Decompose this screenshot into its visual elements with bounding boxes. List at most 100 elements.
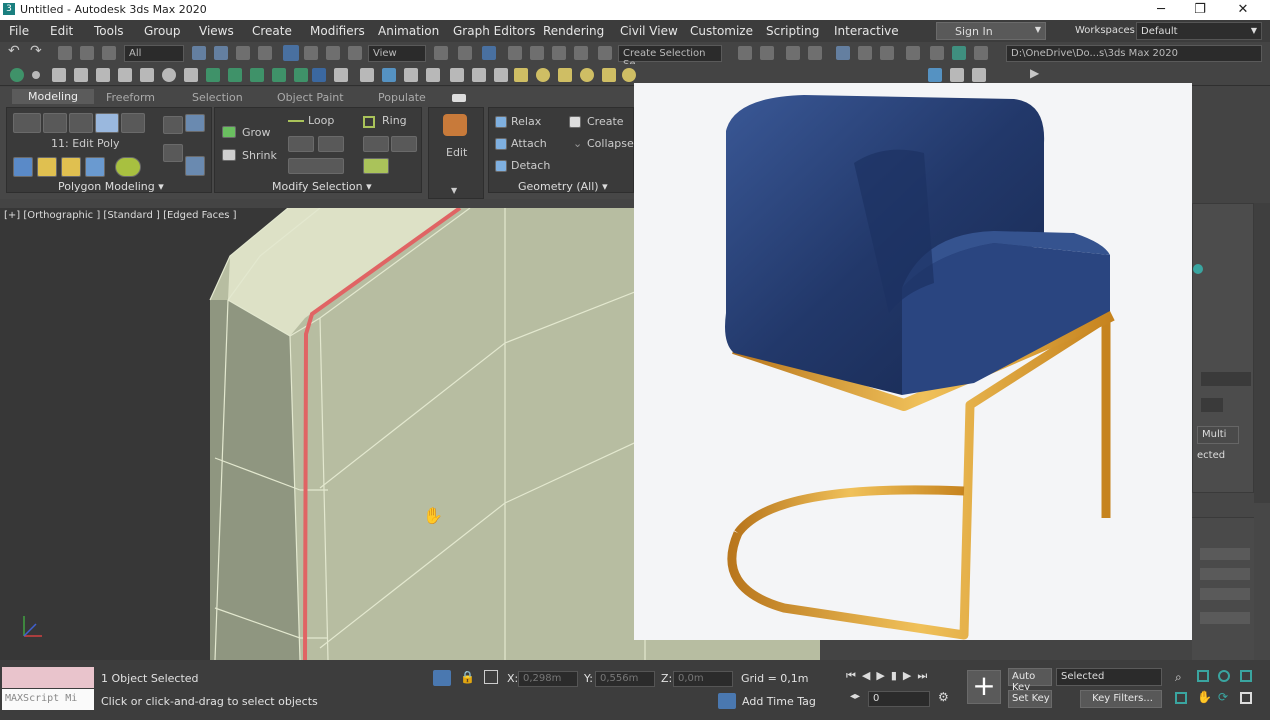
z-coordinate-field[interactable]: 0,0m (673, 671, 733, 687)
curve-editor-icon[interactable] (836, 46, 850, 60)
space-warp-icon[interactable] (140, 68, 154, 82)
edit-named-selection-icon[interactable] (598, 46, 612, 60)
ring-mode-button[interactable] (363, 158, 389, 174)
time-config-icon[interactable]: ◂▸ (850, 691, 860, 702)
selection-filter-dropdown[interactable]: All (124, 45, 184, 62)
selection-set-dropdown[interactable]: Create Selection Se (618, 45, 722, 70)
element-mode-button[interactable] (121, 113, 145, 133)
bone-icon[interactable] (312, 68, 326, 82)
show-end-result-button[interactable] (185, 114, 205, 132)
system-icon[interactable] (162, 68, 176, 82)
tab-populate[interactable]: Populate (378, 91, 426, 104)
render-in-cloud-icon[interactable] (974, 46, 988, 60)
tab-selection[interactable]: Selection (192, 91, 243, 104)
window-crossing-icon[interactable] (258, 46, 272, 60)
polygon-mode-button[interactable] (95, 113, 119, 133)
auto-key-button[interactable]: Auto Key (1008, 668, 1052, 693)
light-icon[interactable] (74, 68, 88, 82)
tab-freeform[interactable]: Freeform (106, 91, 155, 104)
menu-customize[interactable]: Customize (690, 24, 753, 38)
rollout-button-1[interactable] (1200, 548, 1250, 560)
menu-rendering[interactable]: Rendering (543, 24, 604, 38)
redo-icon[interactable]: ↷ (30, 43, 44, 59)
close-button[interactable]: ✕ (1228, 1, 1258, 19)
plane-icon[interactable] (294, 68, 308, 82)
maxscript-mini-listener[interactable]: MAXScript Mi (2, 689, 94, 710)
render-production-icon[interactable] (952, 46, 966, 60)
rollout-button-2[interactable] (1200, 568, 1250, 580)
panel-scrollbar[interactable] (1254, 203, 1270, 503)
preserve-uvs-button[interactable] (13, 157, 33, 177)
rollout-button-4[interactable] (1200, 612, 1250, 624)
pivot-center-icon[interactable] (434, 46, 448, 60)
create-geometry-icon[interactable] (10, 68, 24, 82)
select-by-name-icon[interactable] (214, 46, 228, 60)
maxscript-listener-pink[interactable] (2, 667, 94, 688)
border-mode-button[interactable] (69, 113, 93, 133)
zoom-all-icon[interactable] (1218, 670, 1230, 682)
zoom-icon[interactable] (382, 68, 396, 82)
menu-graph-editors[interactable]: Graph Editors (453, 24, 535, 38)
placement-icon[interactable] (348, 46, 362, 60)
tab-object-paint[interactable]: Object Paint (277, 91, 344, 104)
zoom-all-icon[interactable] (404, 68, 418, 82)
mirror-icon[interactable] (738, 46, 752, 60)
rollout-field-2[interactable] (1201, 398, 1223, 412)
yellow-cone-icon[interactable] (602, 68, 616, 82)
play-icon[interactable]: ▶ (1030, 66, 1044, 80)
orbit-icon[interactable]: ⟳ (1218, 690, 1228, 704)
zoom-icon[interactable]: ⌕ (1175, 670, 1182, 685)
loop-mode-button[interactable] (288, 158, 344, 174)
sphere-icon[interactable] (206, 68, 220, 82)
rollout-field-1[interactable] (1201, 372, 1251, 386)
edit-dropdown-icon[interactable]: ▼ (451, 186, 457, 195)
show-cage-button[interactable] (61, 157, 81, 177)
time-configuration-icon[interactable]: ⚙ (938, 690, 949, 704)
restore-button[interactable]: ❐ (1185, 1, 1215, 19)
grow-loop-button[interactable] (288, 136, 314, 152)
shape-icon[interactable] (52, 68, 66, 82)
light-bulb-icon[interactable] (334, 68, 348, 82)
zoom-extents-all-icon[interactable] (1240, 670, 1252, 682)
orbit-icon[interactable] (472, 68, 486, 82)
menu-scripting[interactable]: Scripting (766, 24, 819, 38)
add-time-tag-button[interactable]: Add Time Tag (742, 695, 816, 708)
schematic-view-icon[interactable] (858, 46, 872, 60)
tools-icon[interactable] (950, 68, 964, 82)
yellow-sphere-icon[interactable] (536, 68, 550, 82)
make-unique-button[interactable] (185, 156, 205, 176)
geometry-group-label[interactable]: Geometry (All) ▾ (518, 180, 608, 193)
tab-modeling[interactable]: Modeling (12, 89, 95, 104)
material-editor-icon[interactable] (880, 46, 894, 60)
shrink-button[interactable]: Shrink (242, 149, 277, 162)
toggle-scene-explorer-icon[interactable] (808, 46, 822, 60)
layer-explorer-icon[interactable] (786, 46, 800, 60)
polygon-modeling-group-label[interactable]: Polygon Modeling ▾ (58, 180, 164, 193)
grow-ring-button[interactable] (363, 136, 389, 152)
pin-stack-button[interactable] (163, 144, 183, 162)
create-button[interactable]: Create (587, 115, 624, 128)
key-filters-button[interactable]: Key Filters... (1080, 690, 1162, 708)
absolute-mode-icon[interactable] (484, 670, 498, 684)
sign-in-dropdown[interactable]: Sign In ▼ (936, 22, 1046, 40)
ignore-backfacing-button[interactable] (37, 157, 57, 177)
menu-animation[interactable]: Animation (378, 24, 439, 38)
keyboard-shortcut-icon[interactable] (482, 46, 496, 60)
menu-file[interactable]: File (9, 24, 29, 38)
menu-create[interactable]: Create (252, 24, 292, 38)
menu-views[interactable]: Views (199, 24, 234, 38)
select-manipulate-icon[interactable] (458, 46, 472, 60)
relax-button[interactable]: Relax (511, 115, 541, 128)
ring-button[interactable]: Ring (382, 114, 407, 127)
reference-coord-dropdown[interactable]: View (368, 45, 426, 62)
move-icon[interactable] (283, 45, 299, 61)
pan-view-icon[interactable]: ✋ (1197, 690, 1212, 704)
yellow-cylinder-icon[interactable] (558, 68, 572, 82)
playback-controls[interactable]: ⏮◀▶▮▶⏭ (846, 669, 933, 683)
render-setup-icon[interactable] (906, 46, 920, 60)
menu-edit[interactable]: Edit (50, 24, 73, 38)
yellow-box-icon[interactable] (514, 68, 528, 82)
grow-button[interactable]: Grow (242, 126, 271, 139)
rollout-button-3[interactable] (1200, 588, 1250, 600)
snaps-toggle-icon[interactable] (508, 46, 522, 60)
